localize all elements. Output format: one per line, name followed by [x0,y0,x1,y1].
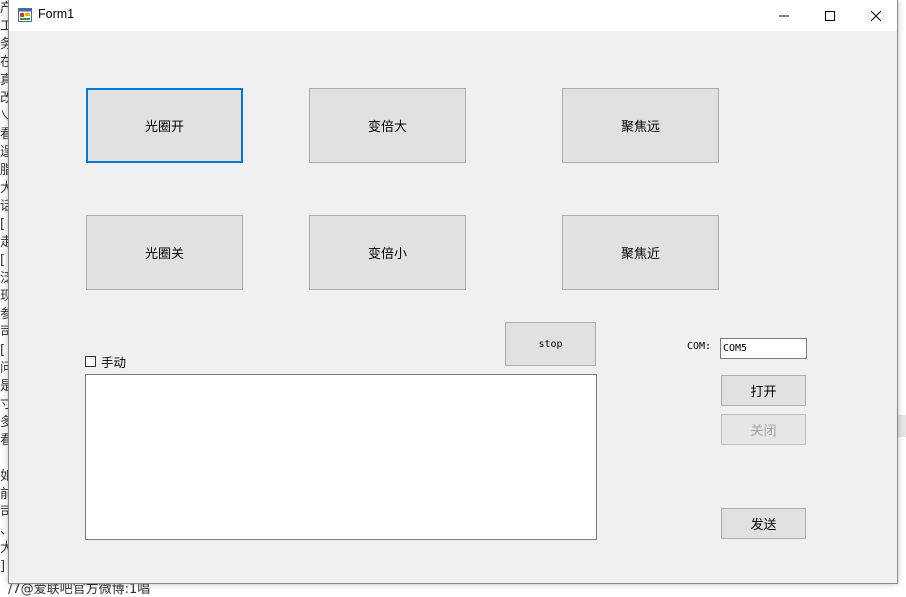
background-strip-char: 工 [0,19,8,34]
background-strip-char: 大 [0,181,8,196]
background-strip-char: 多 [0,415,8,430]
background-strip-char: ] [0,559,6,574]
background-strip-char: 参 [0,307,8,322]
background-strip-char: 话 [0,199,8,214]
background-strip-char: 走 [0,235,8,250]
close-window-button[interactable] [853,0,899,31]
window-title: Form1 [38,7,75,21]
manual-checkbox[interactable]: 手动 [85,352,126,371]
background-strip-char: 在 [0,55,8,70]
stop-button[interactable]: stop [505,322,596,366]
background-strip-char: 看 [0,127,8,142]
background-strip-char: 、 [0,522,8,540]
background-strip-char: [ [0,343,6,358]
background-strip-char: 司 [0,325,8,340]
background-strip-char [0,450,8,468]
background-strip-char: 问 [0,361,8,376]
background-strip-char: 乀 [0,109,8,124]
background-strip-char: [ [0,253,6,268]
zoom-out-button[interactable]: 变倍小 [309,215,466,290]
background-strip-char: [ [0,217,6,232]
minimize-button[interactable] [761,0,807,31]
background-bottom-strip: /7@爱联吧官方微博:1唱 [0,584,906,597]
open-port-button[interactable]: 打开 [721,375,806,406]
background-right-strip [898,0,906,592]
background-strip-char: 务 [0,37,8,52]
app-icon [18,8,32,22]
background-strip-char: 现 [0,289,8,304]
background-strip-char: 产 [0,1,8,16]
log-textbox[interactable] [85,374,597,540]
focus-near-button[interactable]: 聚焦近 [562,215,719,290]
send-button[interactable]: 发送 [721,508,806,539]
form-window: Form1 光圈开 变倍大 聚焦远 光圈关 变倍小 聚焦近 stop 手动 CO… [8,0,898,584]
maximize-icon [825,10,835,21]
background-text-strip: 产工务在真改乀看逞脂大话[走[泛现参司[问是寸多看 如前司、大] [0,0,8,592]
zoom-in-button[interactable]: 变倍大 [309,88,466,163]
background-strip-char: 真 [0,73,8,88]
iris-close-button[interactable]: 光圈关 [86,215,243,290]
background-strip-char: 大 [0,541,8,556]
background-strip-char: 寸 [0,397,8,412]
focus-far-button[interactable]: 聚焦远 [562,88,719,163]
minimize-icon [779,15,789,16]
close-icon [871,10,881,21]
background-strip-char: 脂 [0,163,8,178]
background-strip-char: 是 [0,379,8,394]
background-strip-char: 改 [0,91,8,106]
close-port-button: 关闭 [721,414,806,445]
background-strip-char: 逞 [0,145,8,160]
background-strip-char: 司 [0,505,8,520]
manual-checkbox-label: 手动 [101,355,127,370]
com-label: COM: [687,341,712,352]
maximize-button[interactable] [807,0,853,31]
title-bar[interactable]: Form1 [9,0,897,31]
background-strip-char: 看 [0,433,8,448]
manual-checkbox-box[interactable] [85,356,96,367]
background-strip-char: 泛 [0,271,8,286]
background-strip-char: 如 [0,469,8,484]
background-strip-char: 前 [0,487,8,502]
com-port-input[interactable]: COM5 [720,338,807,359]
iris-open-button[interactable]: 光圈开 [86,88,243,163]
